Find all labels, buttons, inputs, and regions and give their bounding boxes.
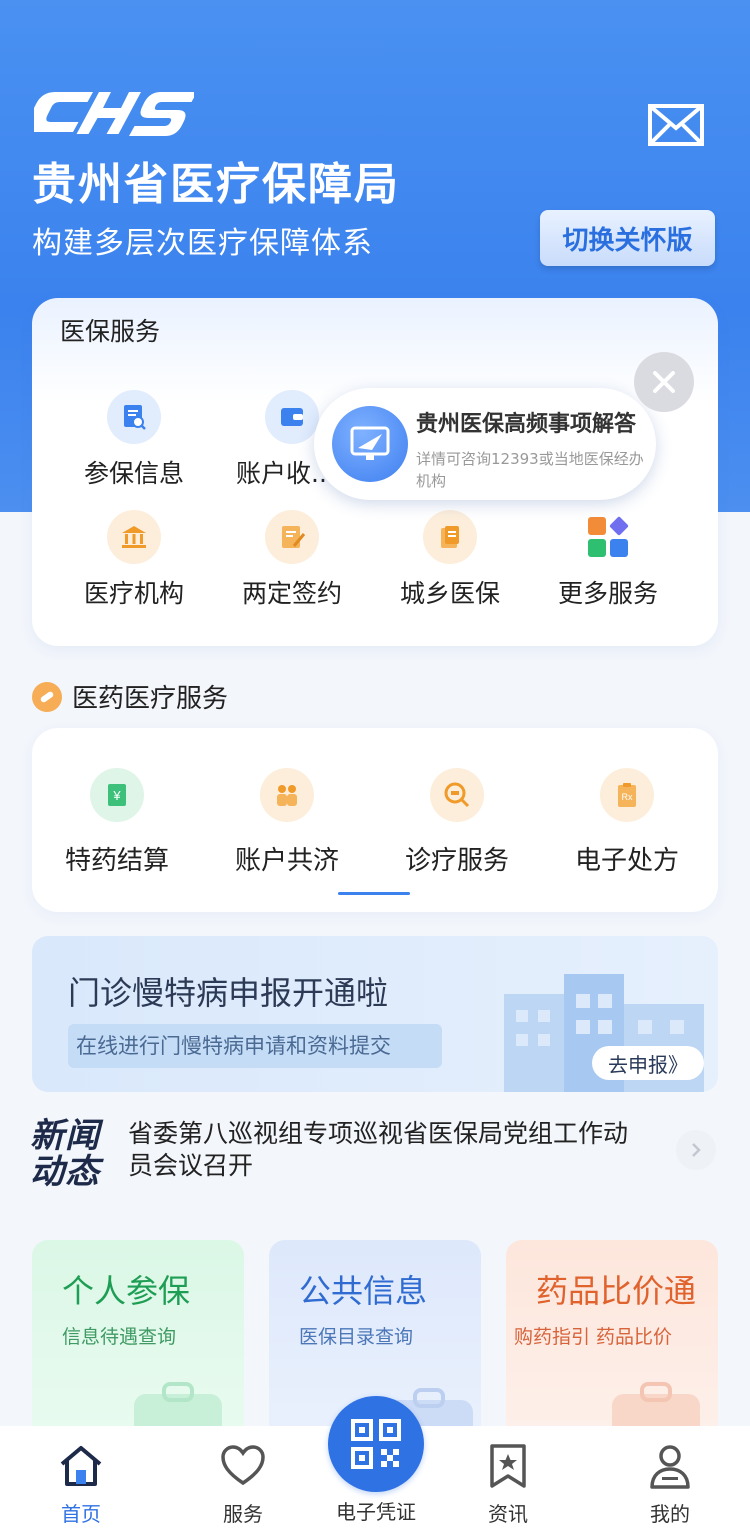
feature-subtitle: 医保目录查询	[299, 1326, 414, 1348]
medical-item-account-share[interactable]: 账户共济	[202, 768, 372, 877]
feature-title: 药品比价通	[536, 1272, 697, 1310]
bank-building-icon	[107, 510, 161, 564]
tab-label: 我的	[650, 1502, 690, 1526]
feature-title: 公共信息	[299, 1272, 428, 1310]
qr-code-button[interactable]	[328, 1396, 424, 1492]
document-search-icon	[107, 390, 161, 444]
faq-popup[interactable]: 贵州医保高频事项解答 详情可咨询12393或当地医保经办机构	[314, 388, 656, 500]
apply-button[interactable]: 去申报》	[592, 1046, 704, 1080]
service-item-contract[interactable]: 两定签约	[212, 510, 372, 610]
banner-subtitle: 在线进行门慢特病申请和资料提交	[68, 1024, 442, 1068]
chevron-right-icon[interactable]	[676, 1130, 716, 1170]
yuan-bill-icon: ¥	[90, 768, 144, 822]
org-name: 贵州省医疗保障局	[32, 159, 400, 210]
service-item-urban-rural[interactable]: 城乡医保	[370, 510, 530, 610]
svg-text:¥: ¥	[112, 788, 121, 803]
user-icon	[646, 1442, 694, 1490]
tab-news[interactable]: 资讯	[458, 1426, 558, 1527]
news-logo-line2: 动态	[30, 1152, 100, 1192]
apps-grid-icon	[581, 510, 635, 564]
feature-title: 个人参保	[62, 1272, 191, 1310]
chs-logo	[34, 92, 194, 136]
qr-label: 电子凭证	[336, 1500, 416, 1524]
medical-item-prescription[interactable]: Rx 电子处方	[542, 768, 712, 877]
medical-item-treatment[interactable]: 诊疗服务	[372, 768, 542, 877]
qr-code-icon	[351, 1419, 401, 1469]
tab-home[interactable]: 首页	[31, 1426, 131, 1527]
tab-label: 服务	[223, 1502, 263, 1526]
scroll-indicator	[338, 892, 410, 895]
section-title-text: 医药医疗服务	[72, 684, 229, 714]
feature-card-personal-insurance[interactable]: 个人参保 信息待遇查询	[32, 1240, 244, 1440]
medical-search-icon	[430, 768, 484, 822]
item-label: 账户共济	[234, 846, 339, 876]
tab-mine[interactable]: 我的	[620, 1426, 720, 1527]
item-label: 医疗机构	[83, 579, 184, 608]
bookmark-star-icon	[484, 1442, 532, 1490]
service-item-insurance-info[interactable]: 参保信息	[54, 390, 214, 490]
close-icon[interactable]	[634, 352, 694, 412]
item-label: 参保信息	[83, 459, 184, 488]
popup-subtitle: 详情可咨询12393或当地医保经办机构	[416, 450, 644, 490]
sign-contract-icon	[265, 510, 319, 564]
promo-banner[interactable]: 门诊慢特病申报开通啦 在线进行门慢特病申请和资料提交 去申报》	[32, 936, 718, 1092]
card-icon	[423, 510, 477, 564]
item-label: 电子处方	[574, 846, 679, 876]
tab-service[interactable]: 服务	[193, 1426, 293, 1527]
people-icon	[260, 768, 314, 822]
feature-subtitle: 信息待遇查询	[62, 1326, 177, 1348]
svg-text:Rx: Rx	[622, 792, 633, 802]
home-icon	[57, 1442, 105, 1490]
item-label: 诊疗服务	[404, 846, 509, 876]
prescription-icon: Rx	[600, 768, 654, 822]
pill-icon	[32, 681, 62, 712]
heart-icon	[219, 1442, 267, 1490]
item-label: 两定签约	[241, 579, 342, 608]
item-label: 更多服务	[557, 579, 658, 608]
news-logo-line1: 新闻	[30, 1116, 100, 1156]
news-headline[interactable]: 省委第八巡视组专项巡视省医保局党组工作动员会议召开	[128, 1118, 638, 1182]
tab-label: 首页	[61, 1502, 101, 1526]
send-monitor-icon	[332, 406, 408, 482]
popup-title: 贵州医保高频事项解答	[416, 412, 637, 437]
medical-services-card: ¥ 特药结算 账户共济 诊疗服务 Rx 电子处方	[32, 728, 718, 912]
news-logo: 新闻 动态	[30, 1118, 110, 1190]
feature-subtitle: 购药指引 药品比价	[514, 1326, 673, 1348]
tab-label: 资讯	[488, 1502, 528, 1526]
care-mode-button[interactable]: 切换关怀版	[540, 210, 715, 266]
slogan: 构建多层次医疗保障体系	[32, 226, 373, 261]
section-title-medical: 医药医疗服务	[32, 678, 228, 715]
service-item-more[interactable]: 更多服务	[528, 510, 688, 610]
medical-item-special-drug[interactable]: ¥ 特药结算	[32, 768, 202, 877]
item-label: 特药结算	[64, 846, 169, 876]
service-item-medical-institution[interactable]: 医疗机构	[54, 510, 214, 610]
item-label: 城乡医保	[399, 579, 500, 608]
feature-card-drug-price[interactable]: 药品比价通 购药指引 药品比价	[506, 1240, 718, 1440]
banner-title: 门诊慢特病申报开通啦	[68, 974, 389, 1012]
card-title: 医保服务	[60, 317, 161, 346]
wallet-icon	[265, 390, 319, 444]
mail-icon[interactable]	[648, 104, 704, 146]
